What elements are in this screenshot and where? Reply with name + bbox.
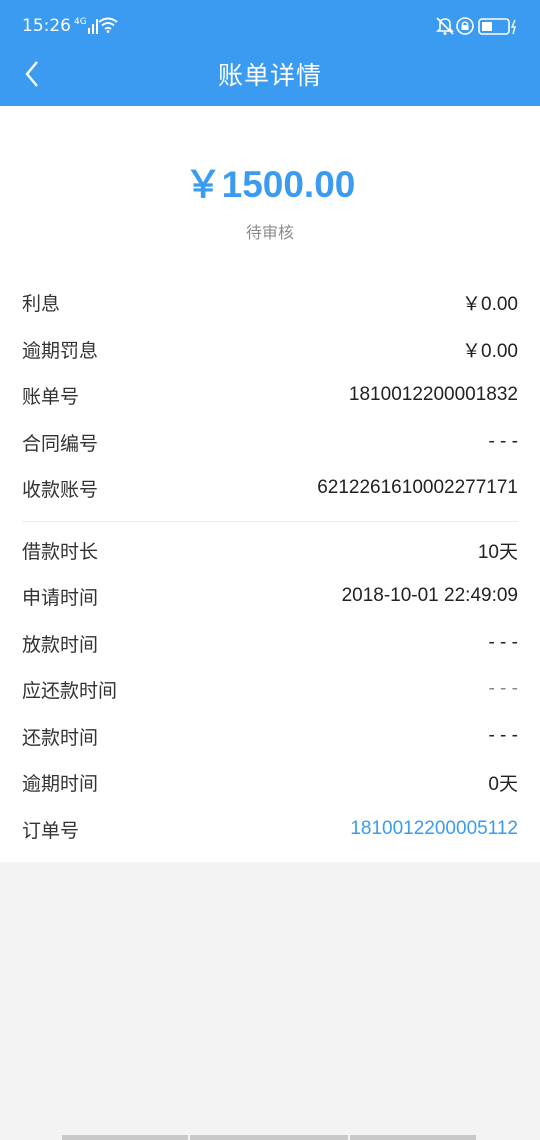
alarm-icon xyxy=(436,17,454,35)
signal-icon xyxy=(88,19,98,34)
row-value: - - - xyxy=(488,632,518,653)
row-label: 放款时间 xyxy=(22,633,99,656)
row-value: ￥0.00 xyxy=(462,340,518,362)
detail-row-bill-no: 账单号 1810012200001832 xyxy=(22,372,518,418)
row-label: 借款时长 xyxy=(22,540,99,563)
nav-bar: 账单详情 xyxy=(0,52,540,106)
empty-background xyxy=(0,862,540,1140)
nav-hint-bar xyxy=(62,1135,188,1140)
page-title: 账单详情 xyxy=(217,61,322,90)
row-value: - - - xyxy=(488,431,518,452)
lock-rotation-icon xyxy=(456,17,474,35)
detail-row-interest: 利息 ￥0.00 xyxy=(22,279,518,325)
nav-hint-bar xyxy=(190,1135,348,1140)
status-bar: 15:26 4G xyxy=(0,0,540,52)
row-value: ￥0.00 xyxy=(462,293,518,315)
bill-detail-card: ￥1500.00 待审核 利息 ￥0.00 逾期罚息 ￥0.00 账单号 181… xyxy=(0,106,540,862)
row-value: 2018-10-01 22:49:09 xyxy=(341,585,518,606)
detail-row-penalty: 逾期罚息 ￥0.00 xyxy=(22,326,518,372)
row-label: 订单号 xyxy=(22,819,80,842)
row-label: 合同编号 xyxy=(22,432,99,455)
status-right-icons xyxy=(436,17,516,35)
row-label: 利息 xyxy=(22,292,61,315)
row-label: 逾期罚息 xyxy=(22,339,99,362)
bill-status: 待审核 xyxy=(245,223,294,242)
detail-row-account-no: 收款账号 6212261610002277171 xyxy=(22,465,518,511)
detail-row-overdue-time: 逾期时间 0天 xyxy=(22,759,518,805)
detail-row-contract-no: 合同编号 - - - xyxy=(22,419,518,465)
row-label: 账单号 xyxy=(22,385,80,408)
order-no-link[interactable]: 1810012200005112 xyxy=(350,818,518,840)
row-label: 逾期时间 xyxy=(22,772,99,795)
detail-row-duration: 借款时长 10天 xyxy=(22,527,518,573)
row-value: 6212261610002277171 xyxy=(317,477,518,498)
row-value: 1810012200001832 xyxy=(348,384,518,405)
network-type: 4G xyxy=(74,17,87,27)
row-value: 10天 xyxy=(477,541,518,563)
detail-row-apply-time: 申请时间 2018-10-01 22:49:09 xyxy=(22,573,518,619)
row-label: 还款时间 xyxy=(22,726,99,749)
row-value: 0天 xyxy=(488,773,518,795)
detail-row-disburse-time: 放款时间 - - - xyxy=(22,620,518,666)
detail-row-due-time: 应还款时间 - - - xyxy=(22,666,518,712)
app-header: 15:26 4G 账单详情 xyxy=(0,0,540,106)
bill-amount: ￥1500.00 xyxy=(184,164,356,205)
battery-icon xyxy=(478,18,516,35)
row-label: 收款账号 xyxy=(22,478,99,501)
row-label: 应还款时间 xyxy=(22,679,118,702)
row-value: - - - xyxy=(488,725,518,746)
detail-row-repay-time: 还款时间 - - - xyxy=(22,713,518,759)
detail-row-order-no: 订单号 1810012200005112 xyxy=(22,806,518,852)
section-divider xyxy=(22,521,518,522)
wifi-icon xyxy=(98,17,118,33)
nav-hint-bar xyxy=(350,1135,476,1140)
row-value: - - - xyxy=(488,678,518,699)
status-time: 15:26 xyxy=(22,16,71,36)
row-label: 申请时间 xyxy=(22,586,99,609)
